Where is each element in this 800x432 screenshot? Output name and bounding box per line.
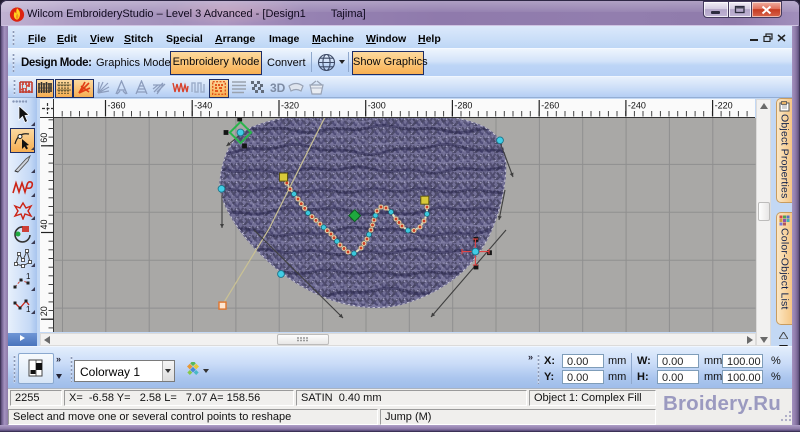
svg-text:-260: -260 — [541, 101, 559, 111]
svg-text:-360: -360 — [108, 101, 126, 111]
svg-text:20: 20 — [40, 306, 49, 316]
svg-text:-320: -320 — [281, 101, 299, 111]
svg-text:60: 60 — [40, 133, 49, 143]
svg-text:1: 1 — [26, 272, 31, 281]
svg-text:-300: -300 — [368, 101, 386, 111]
svg-text:-220: -220 — [715, 101, 733, 111]
svg-text:-240: -240 — [628, 101, 646, 111]
svg-text:-280: -280 — [454, 101, 472, 111]
svg-text:40: 40 — [40, 219, 49, 229]
svg-text:-340: -340 — [194, 101, 212, 111]
